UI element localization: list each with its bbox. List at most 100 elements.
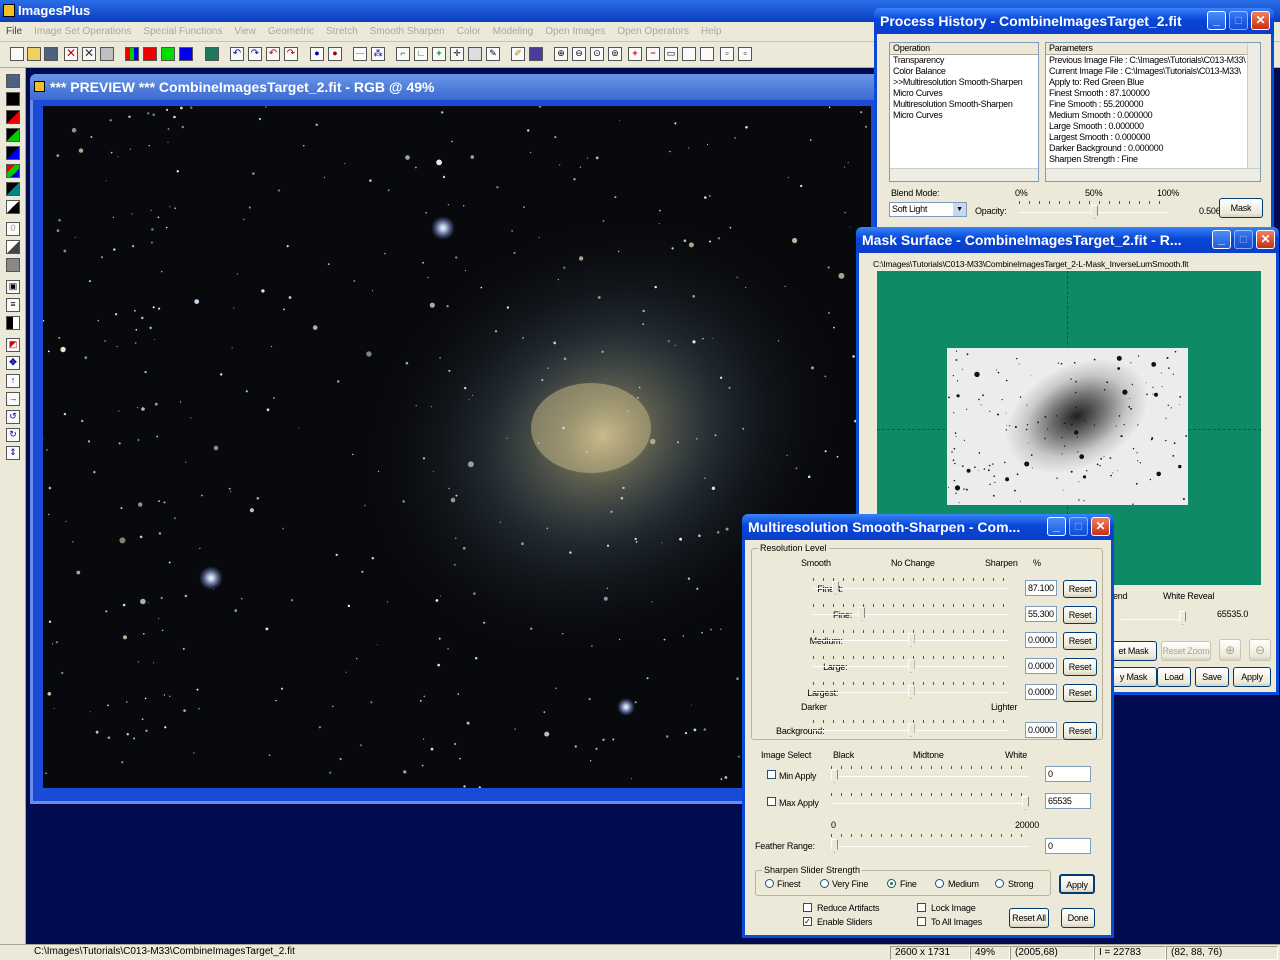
- save-button[interactable]: Save: [1195, 667, 1229, 687]
- rgb-channels-icon[interactable]: [125, 47, 139, 61]
- close-icon[interactable]: ✕: [1256, 230, 1275, 249]
- minimize-icon[interactable]: _: [1047, 517, 1066, 536]
- zoom-out-icon[interactable]: ⊖: [1249, 639, 1271, 661]
- crop-icon[interactable]: ⌐: [396, 47, 410, 61]
- grid-icon[interactable]: [205, 47, 219, 61]
- feather-range-slider[interactable]: [831, 839, 838, 853]
- zoom-in-icon[interactable]: ⊕: [1219, 639, 1241, 661]
- green-channel-icon[interactable]: [161, 47, 175, 61]
- large-input[interactable]: 0.0000: [1025, 658, 1057, 674]
- parameters-header[interactable]: Parameters: [1046, 43, 1260, 55]
- menu-geometric[interactable]: Geometric: [262, 22, 320, 42]
- menu-smooth-sharpen[interactable]: Smooth Sharpen: [364, 22, 451, 42]
- menu-help[interactable]: Help: [695, 22, 728, 42]
- horizontal-scrollbar[interactable]: [1046, 168, 1260, 181]
- mask-thumbnail[interactable]: [947, 348, 1188, 505]
- red-frame-icon[interactable]: ◩: [6, 338, 20, 352]
- dotted-line-icon[interactable]: ⋯: [353, 47, 367, 61]
- menu-file[interactable]: File: [0, 22, 28, 42]
- blue-channel-icon[interactable]: [179, 47, 193, 61]
- points-icon[interactable]: ⁂: [371, 47, 385, 61]
- fine-reset-button[interactable]: Reset: [1063, 606, 1097, 624]
- teal-icon[interactable]: [6, 182, 20, 196]
- strength-strong-radio[interactable]: [995, 879, 1004, 888]
- opacity-slider[interactable]: [1091, 205, 1099, 219]
- reset-all-button[interactable]: Reset All: [1009, 908, 1049, 928]
- apply-button[interactable]: Apply: [1059, 874, 1095, 894]
- zoom-actual-icon[interactable]: ⊚: [608, 47, 622, 61]
- apply-button[interactable]: Apply: [1233, 667, 1271, 687]
- chevron-down-icon[interactable]: ▼: [953, 203, 966, 216]
- list-item[interactable]: >>Multiresolution Smooth-Sharpen: [890, 77, 1038, 88]
- strength-very-fine-radio[interactable]: [820, 879, 829, 888]
- apply-mask-button[interactable]: y Mask: [1111, 667, 1157, 687]
- mask-button[interactable]: Mask: [1219, 198, 1263, 218]
- arrow-up-icon[interactable]: ↑: [6, 374, 20, 388]
- red-dot-icon[interactable]: ●: [328, 47, 342, 61]
- medium-reset-button[interactable]: Reset: [1063, 632, 1097, 650]
- finest-reset-button[interactable]: Reset: [1063, 580, 1097, 598]
- arrow-right-icon[interactable]: →: [6, 392, 20, 406]
- operation-list[interactable]: Operation Transparency Color Balance >>M…: [889, 42, 1039, 182]
- mosaic-icon[interactable]: [529, 47, 543, 61]
- square-icon[interactable]: [682, 47, 696, 61]
- list-item[interactable]: Micro Curves: [890, 88, 1038, 99]
- zero-icon[interactable]: 0: [6, 222, 20, 236]
- black-blue-icon[interactable]: [6, 146, 20, 160]
- finest-input[interactable]: 87.100: [1025, 580, 1057, 596]
- white-reveal-slider[interactable]: [1179, 611, 1186, 625]
- load-button[interactable]: Load: [1157, 667, 1191, 687]
- list-item[interactable]: Color Balance: [890, 66, 1038, 77]
- parameters-list[interactable]: Parameters Previous Image File : C:\Imag…: [1045, 42, 1261, 182]
- reduce-artifacts-checkbox[interactable]: [803, 903, 812, 912]
- red-channel-icon[interactable]: [143, 47, 157, 61]
- gradient-icon[interactable]: [6, 240, 20, 254]
- zoom-out-icon[interactable]: ⊖: [572, 47, 586, 61]
- strength-fine-radio[interactable]: [887, 879, 896, 888]
- levels-icon[interactable]: ≡: [6, 298, 20, 312]
- menu-open-images[interactable]: Open Images: [539, 22, 611, 42]
- crosshair-icon[interactable]: ✛: [450, 47, 464, 61]
- feather-range-input[interactable]: 0: [1045, 838, 1091, 854]
- max-apply-slider[interactable]: [1022, 796, 1029, 810]
- min-apply-slider[interactable]: [831, 769, 838, 783]
- list-item[interactable]: Multiresolution Smooth-Sharpen: [890, 99, 1038, 110]
- add-red-icon[interactable]: +: [628, 47, 642, 61]
- pencil-icon[interactable]: ✎: [486, 47, 500, 61]
- frame-icon[interactable]: ▣: [6, 280, 20, 294]
- minus-icon[interactable]: ▭: [664, 47, 678, 61]
- close-x-icon[interactable]: ✕: [64, 47, 78, 61]
- angle-icon[interactable]: ∟: [414, 47, 428, 61]
- brush-icon[interactable]: ✐: [511, 47, 525, 61]
- new-file-icon[interactable]: [10, 47, 24, 61]
- blue-dot-icon[interactable]: ●: [310, 47, 324, 61]
- zoom-in-icon[interactable]: ⊕: [554, 47, 568, 61]
- open-folder-icon[interactable]: [27, 47, 41, 61]
- medium-input[interactable]: 0.0000: [1025, 632, 1057, 648]
- max-apply-checkbox[interactable]: [767, 797, 776, 806]
- lock-image-checkbox[interactable]: [917, 903, 926, 912]
- black-white-icon[interactable]: [6, 316, 20, 330]
- background-input[interactable]: 0.0000: [1025, 722, 1057, 738]
- minimize-icon[interactable]: _: [1207, 11, 1226, 30]
- close-icon[interactable]: ✕: [1251, 11, 1270, 30]
- save-disk-icon[interactable]: [6, 74, 20, 88]
- strength-medium-radio[interactable]: [935, 879, 944, 888]
- black-green-icon[interactable]: [6, 128, 20, 142]
- largest-reset-button[interactable]: Reset: [1063, 684, 1097, 702]
- set-mask-button[interactable]: et Mask: [1111, 641, 1157, 661]
- rotate-left-icon[interactable]: ↺: [6, 410, 20, 424]
- print-icon[interactable]: [100, 47, 114, 61]
- small-square-2-icon[interactable]: ▫: [738, 47, 752, 61]
- operation-header[interactable]: Operation: [890, 43, 1038, 55]
- menu-stretch[interactable]: Stretch: [320, 22, 364, 42]
- contrast-icon[interactable]: [6, 200, 20, 214]
- menu-special-functions[interactable]: Special Functions: [137, 22, 228, 42]
- move-icon[interactable]: ✥: [6, 356, 20, 370]
- zoom-fit-icon[interactable]: ⊙: [590, 47, 604, 61]
- flip-icon[interactable]: ⇕: [6, 446, 20, 460]
- list-item[interactable]: Micro Curves: [890, 110, 1038, 121]
- background-reset-button[interactable]: Reset: [1063, 722, 1097, 740]
- minus-red-icon[interactable]: −: [646, 47, 660, 61]
- blank-icon[interactable]: [468, 47, 482, 61]
